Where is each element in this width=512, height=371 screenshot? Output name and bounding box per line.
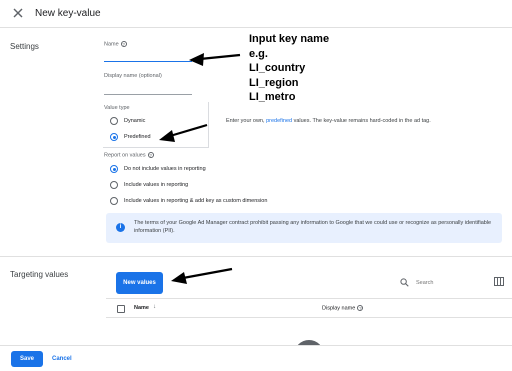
column-header-display-name: Display name? bbox=[322, 305, 364, 312]
radio-report-none[interactable] bbox=[110, 165, 118, 173]
help-icon[interactable]: ? bbox=[120, 41, 127, 47]
new-values-button[interactable]: New values bbox=[116, 272, 163, 294]
annotation-line: LI_country bbox=[249, 62, 306, 74]
help-icon[interactable]: ? bbox=[357, 305, 364, 311]
radio-predefined-label: Predefined bbox=[124, 134, 151, 140]
annotation-line: LI_region bbox=[249, 76, 299, 89]
column-header-name[interactable]: Name bbox=[134, 305, 149, 311]
search-icon bbox=[400, 278, 409, 287]
column-display-name-text: Display name bbox=[322, 305, 356, 312]
display-name-field-label: Display name (optional) bbox=[104, 73, 162, 79]
select-all-checkbox[interactable] bbox=[117, 305, 125, 313]
predefined-link[interactable]: predefined bbox=[266, 118, 292, 124]
hint-prefix: Enter your own, bbox=[226, 118, 265, 124]
search-box[interactable] bbox=[398, 276, 476, 290]
pii-info-banner: i The terms of your Google Ad Manager co… bbox=[106, 213, 502, 243]
cancel-button[interactable]: Cancel bbox=[52, 351, 72, 367]
dialog-footer: Save Cancel bbox=[0, 345, 512, 371]
close-icon[interactable] bbox=[12, 7, 24, 19]
annotation-text: Input key name e.g. LI_country LI_region… bbox=[249, 32, 329, 105]
pii-info-text: The terms of your Google Ad Manager cont… bbox=[134, 220, 492, 234]
section-divider bbox=[0, 256, 512, 257]
sort-arrow-icon[interactable]: ↓ bbox=[153, 304, 156, 310]
radio-report-dimension-label: Include values in reporting & add key as… bbox=[124, 198, 268, 204]
columns-icon[interactable] bbox=[494, 277, 504, 286]
annotation-arrow-name bbox=[189, 53, 241, 66]
value-type-hint: Enter your own, predefined values. The k… bbox=[226, 118, 431, 124]
radio-dynamic[interactable] bbox=[110, 117, 118, 125]
name-label-text: Name bbox=[104, 41, 119, 48]
table-header: Name ↓ Display name? bbox=[106, 298, 512, 318]
page-title: New key-value bbox=[35, 8, 101, 19]
display-name-input[interactable] bbox=[104, 83, 192, 95]
targeting-section-label: Targeting values bbox=[10, 270, 69, 279]
hint-suffix: values. The key-value remains hard-coded… bbox=[293, 118, 431, 124]
annotation-line: LI_metro bbox=[249, 91, 296, 103]
radio-report-none-label: Do not include values in reporting bbox=[124, 166, 206, 172]
annotation-line: e.g. bbox=[249, 47, 268, 60]
radio-report-include[interactable] bbox=[110, 181, 118, 189]
name-input[interactable] bbox=[104, 50, 192, 62]
radio-dynamic-label: Dynamic bbox=[124, 118, 146, 124]
help-icon[interactable]: ? bbox=[147, 152, 154, 158]
radio-predefined[interactable] bbox=[110, 133, 118, 141]
value-type-label: Value type bbox=[104, 105, 130, 111]
settings-section-label: Settings bbox=[10, 42, 39, 51]
save-button[interactable]: Save bbox=[11, 351, 43, 367]
radio-report-dimension[interactable] bbox=[110, 197, 118, 205]
name-field-label: Name? bbox=[104, 41, 127, 47]
info-icon: i bbox=[116, 223, 125, 232]
dialog-header: New key-value bbox=[0, 0, 512, 28]
report-field-label: Report on values? bbox=[104, 152, 154, 158]
report-label-text: Report on values bbox=[104, 152, 146, 159]
radio-report-include-label: Include values in reporting bbox=[124, 182, 189, 188]
annotation-arrow-new-values bbox=[171, 267, 233, 284]
search-input[interactable] bbox=[416, 277, 471, 289]
annotation-line: Input key name bbox=[249, 33, 330, 45]
